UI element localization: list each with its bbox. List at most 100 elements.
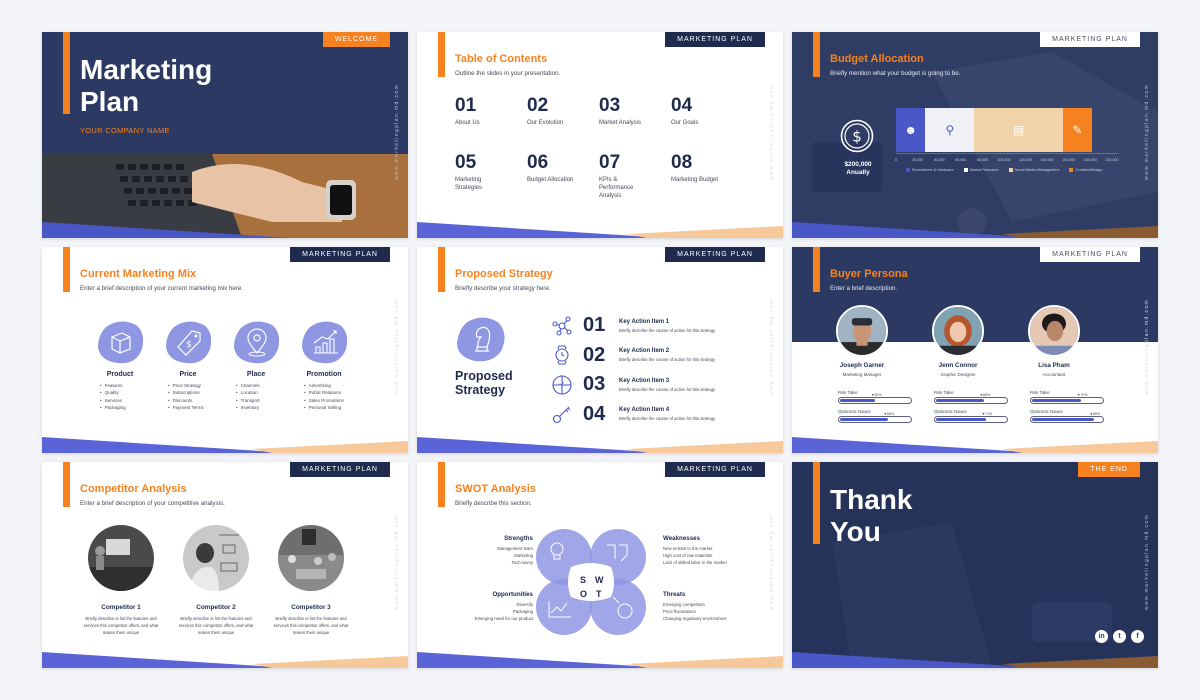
toc-label: Marketing Strategies bbox=[455, 177, 483, 191]
document-icon: ▤ bbox=[1012, 123, 1025, 137]
x-axis-line bbox=[896, 153, 1118, 154]
swot-diagram: S W O T bbox=[536, 529, 646, 635]
legend-item: Creative/Design bbox=[1069, 168, 1102, 172]
competitor-name: Competitor 1 bbox=[101, 604, 141, 611]
swot-item: Tech-savvy bbox=[511, 560, 534, 565]
social-links: in t f bbox=[1095, 630, 1144, 643]
swot-heading: Weaknesses bbox=[663, 535, 701, 542]
mix-list: Channels Location Transport Inventory bbox=[232, 382, 296, 411]
toc-item[interactable]: 05 Marketing Strategies bbox=[455, 153, 527, 200]
toc-number: 08 bbox=[671, 152, 693, 173]
swot-weaknesses: Weaknesses New entrant to the market Hig… bbox=[663, 535, 743, 566]
toc-item[interactable]: 02 Our Evolution bbox=[527, 96, 599, 143]
swot-threats: Threats Emerging competitors Price fluct… bbox=[663, 591, 743, 622]
swot-item: Diversify bbox=[516, 602, 533, 607]
slide-title: SWOT Analysis bbox=[455, 483, 536, 495]
x-tick-label: 20,000 bbox=[912, 158, 924, 162]
trait-progress-bar bbox=[838, 397, 912, 404]
competitor-card: Competitor 2 Briefly describe or list th… bbox=[179, 525, 253, 636]
toc-item[interactable]: 08 Marketing Budget bbox=[671, 153, 743, 200]
toc-number: 06 bbox=[527, 152, 549, 173]
swot-item: Changing regulatory environment bbox=[663, 616, 727, 621]
toc-label: Our Evolution bbox=[527, 120, 564, 126]
competitor-name: Competitor 3 bbox=[291, 604, 331, 611]
toc-label: Budget Allocation bbox=[527, 177, 574, 183]
legend-label: Creative/Design bbox=[1075, 168, 1103, 172]
facebook-icon[interactable]: f bbox=[1131, 630, 1144, 643]
swot-item: New entrant to the market bbox=[663, 546, 713, 551]
budget-bar-segment: ⚲ bbox=[925, 108, 975, 152]
mix-list-item: Payment Terms bbox=[168, 404, 228, 411]
legend-item: Market Research bbox=[963, 168, 999, 172]
budget-bar-segment: ✎ bbox=[1062, 108, 1092, 152]
persona-role: Accountant bbox=[1042, 372, 1066, 377]
mix-list-item: Subscriptions bbox=[168, 389, 228, 396]
swot-letter-w: W bbox=[595, 575, 604, 585]
legend-item: Recruitment & Hardware bbox=[906, 168, 954, 172]
accent-bar bbox=[813, 462, 820, 544]
competitor-description: Briefly describe or list the features an… bbox=[83, 616, 159, 635]
swot-item: Lack of skilled labor in the market bbox=[663, 560, 727, 565]
slide-cover[interactable]: WELCOME Marketing Plan YOUR COMPANY NAME… bbox=[42, 32, 408, 238]
accent-bar bbox=[813, 247, 820, 292]
title-line: Plan bbox=[80, 86, 140, 117]
toc-item[interactable]: 06 Budget Allocation bbox=[527, 153, 599, 200]
slide-budget-allocation[interactable]: MARKETING PLAN Budget Allocation Briefly… bbox=[792, 32, 1158, 238]
toc-item[interactable]: 01 About Us bbox=[455, 96, 527, 143]
swot-heading: Strengths bbox=[504, 535, 533, 542]
persona-card: Lisa Pham Accountant bbox=[1028, 305, 1080, 377]
slide-title: Proposed Strategy bbox=[455, 268, 553, 280]
slide-proposed-strategy[interactable]: MARKETING PLAN Proposed Strategy Briefly… bbox=[417, 247, 783, 453]
slide-buyer-persona[interactable]: MARKETING PLAN Buyer Persona Enter a bri… bbox=[792, 247, 1158, 453]
budget-period: Anually bbox=[846, 169, 870, 176]
trait-label: Risk Taker ▼50% bbox=[838, 390, 882, 397]
accent-bar bbox=[813, 32, 820, 77]
mix-list: Advertising Public Relations Sales Promo… bbox=[300, 382, 364, 411]
slide-gallery: WELCOME Marketing Plan YOUR COMPANY NAME… bbox=[0, 0, 1200, 700]
toc-item[interactable]: 04 Our Goals bbox=[671, 96, 743, 143]
twitter-icon[interactable]: t bbox=[1113, 630, 1126, 643]
legend-swatch bbox=[963, 168, 968, 172]
website-url: www.marketingplan.md.com bbox=[1144, 513, 1150, 611]
slide-title: Current Marketing Mix bbox=[80, 268, 197, 280]
trait-percent: ▼71% bbox=[981, 412, 993, 416]
trait-percent: ▼88% bbox=[1089, 412, 1101, 416]
action-title: Key Action Item 2 bbox=[619, 348, 670, 355]
budget-value: $200,000 bbox=[844, 161, 872, 168]
accent-bar bbox=[438, 462, 445, 507]
website-url: www.marketingplan.md.com bbox=[394, 298, 400, 396]
toc-item[interactable]: 03 Market Analysis bbox=[599, 96, 671, 143]
budget-chart: Recruitment & Hardware Market Research Soc… bbox=[895, 108, 1119, 188]
toc-item[interactable]: 07 KPIs & Performance Analysis bbox=[599, 153, 671, 200]
persona-list: Joseph Garner Marketing Manager Jenn Con… bbox=[836, 305, 1080, 377]
bottom-wave bbox=[417, 648, 783, 668]
mix-list-item: Personal Selling bbox=[304, 404, 364, 411]
slide-swot-analysis[interactable]: MARKETING PLAN SWOT Analysis Briefly des… bbox=[417, 462, 783, 668]
avatar bbox=[1028, 305, 1080, 357]
slide-tag: THE END bbox=[1078, 462, 1140, 477]
website-url: www.marketingplan.md.com bbox=[1144, 298, 1150, 396]
competitor-card: Competitor 3 Briefly describe or list th… bbox=[274, 525, 348, 636]
linkedin-icon[interactable]: in bbox=[1095, 630, 1108, 643]
slide-competitor-analysis[interactable]: MARKETING PLAN Competitor Analysis Enter… bbox=[42, 462, 408, 668]
bottom-wave bbox=[42, 218, 408, 238]
slide-marketing-mix[interactable]: MARKETING PLAN Current Marketing Mix Ent… bbox=[42, 247, 408, 453]
x-tick-label: 120,000 bbox=[1019, 158, 1033, 162]
slide-thank-you[interactable]: THE END Thank You in t f www.marketingpl… bbox=[792, 462, 1158, 668]
competitor-photo bbox=[183, 525, 249, 591]
slide-tag: MARKETING PLAN bbox=[665, 247, 765, 262]
trait-percent: ▼50% bbox=[871, 393, 882, 397]
title-line: You bbox=[830, 516, 881, 547]
action-item: 04 Key Action Item 4 Briefly describe the… bbox=[551, 400, 715, 430]
slide-table-of-contents[interactable]: MARKETING PLAN Table of Contents Outline… bbox=[417, 32, 783, 238]
mix-list-item: Discounts bbox=[168, 397, 228, 404]
marketing-mix: Product Features Quality Services Packag… bbox=[96, 319, 348, 411]
trait-percent: ▼68% bbox=[883, 412, 895, 416]
budget-bar-segment: ☻ bbox=[896, 108, 926, 152]
slide-tag: WELCOME bbox=[322, 32, 390, 47]
swot-heading: Threats bbox=[663, 591, 686, 598]
network-icon bbox=[552, 316, 572, 336]
heading-line: Proposed bbox=[455, 369, 513, 383]
legend-item: Social Media Management bbox=[1008, 168, 1059, 172]
slide-subtitle: Outline the slides in your presentation. bbox=[455, 70, 561, 77]
